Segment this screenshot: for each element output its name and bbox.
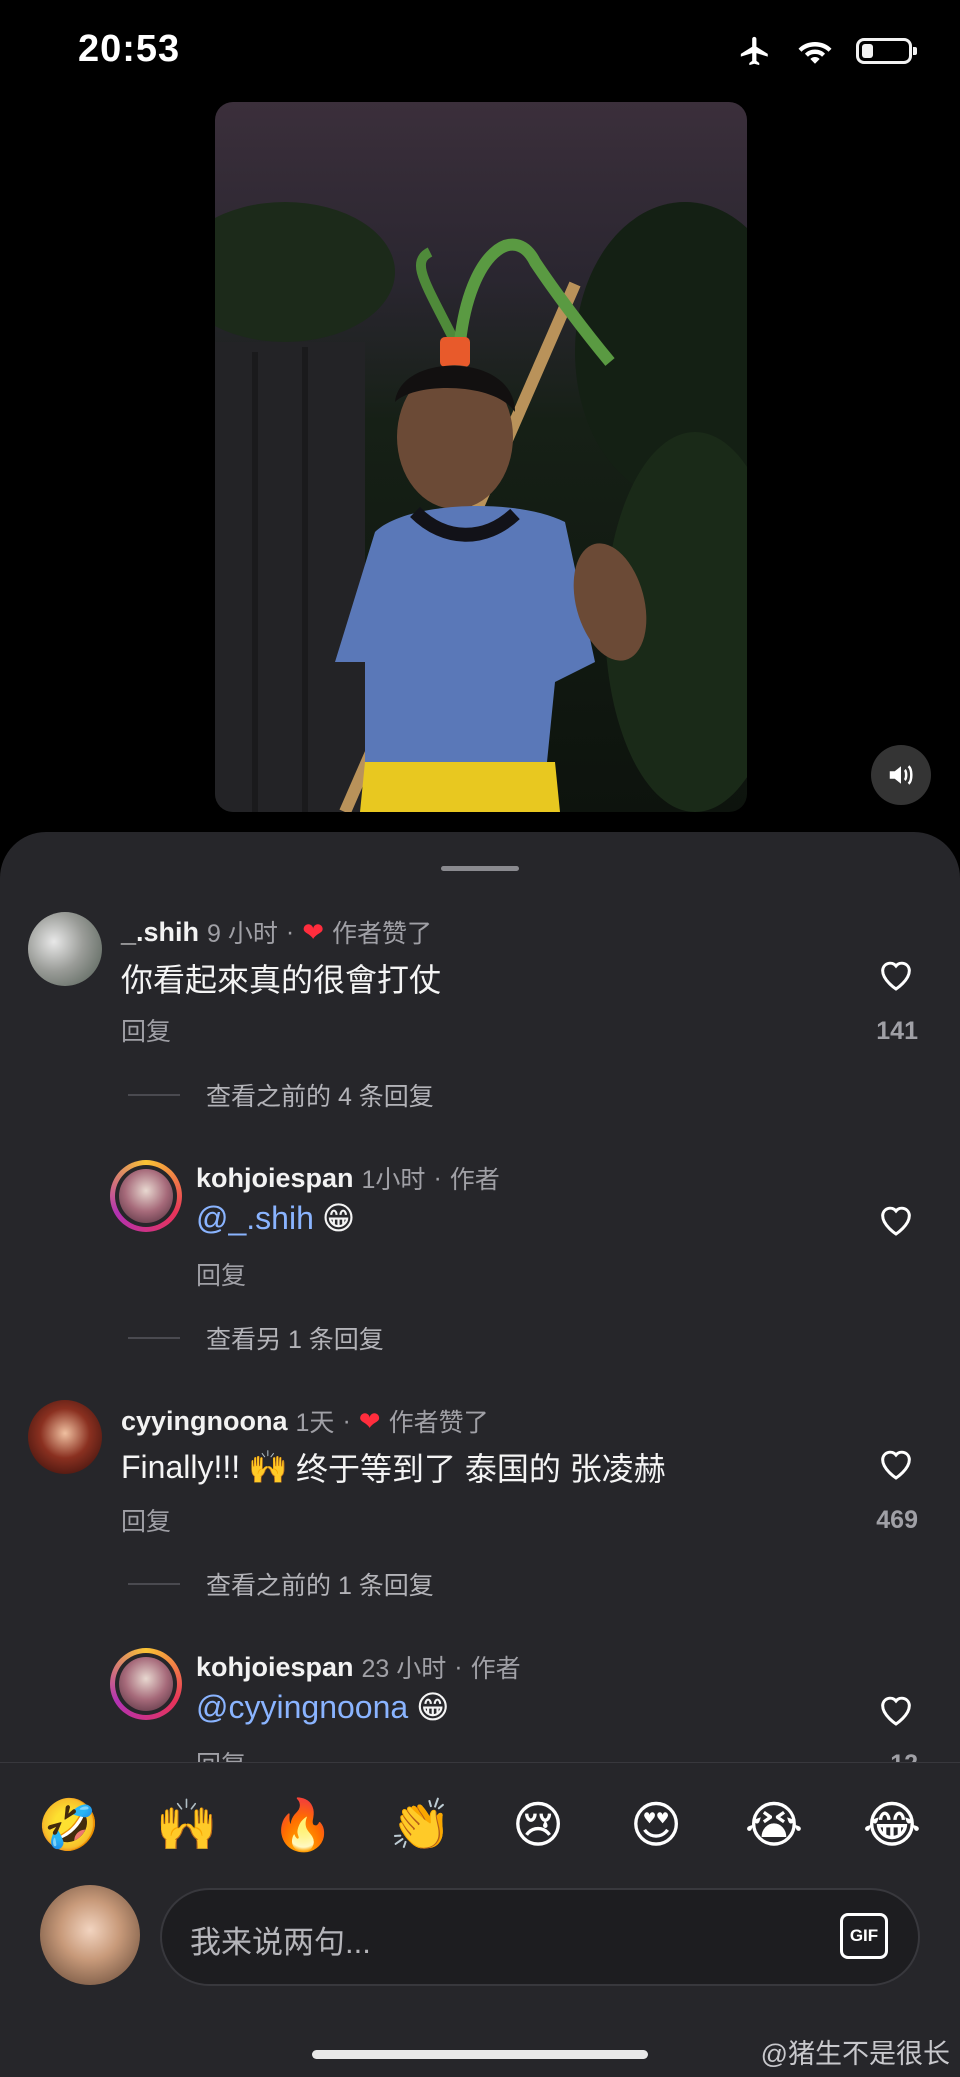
wifi-icon <box>798 42 832 64</box>
gif-button[interactable]: GIF <box>840 1913 888 1959</box>
emoji-rofl[interactable]: 🤣 <box>34 1795 104 1855</box>
video-player[interactable] <box>215 102 747 812</box>
reply-username[interactable]: kohjoiespan <box>196 1652 354 1683</box>
reply-time: 1小时 <box>361 1166 426 1194</box>
avatar-ring[interactable] <box>110 1160 182 1232</box>
comment-header: cyyingnoona 1天 · ❤ 作者赞了 <box>121 1403 489 1439</box>
emoji-clap[interactable]: 👏 <box>386 1795 456 1855</box>
separator: · <box>454 1652 463 1681</box>
reply-time: 23 小时 <box>361 1655 447 1683</box>
heart-filled-icon: ❤ <box>358 1405 381 1436</box>
reply-header: kohjoiespan 23 小时 · 作者 <box>196 1649 521 1685</box>
mute-button[interactable] <box>871 745 931 805</box>
emoji-bar <box>0 1762 960 1891</box>
separator: · <box>342 1406 351 1435</box>
like-heart-icon[interactable] <box>876 955 916 993</box>
comment-time: 1天 <box>295 1409 335 1437</box>
my-avatar[interactable] <box>40 1885 140 1985</box>
reply-button[interactable]: 回复 <box>121 1012 171 1048</box>
speaker-icon <box>889 765 913 785</box>
airplane-icon <box>740 36 768 66</box>
comment-username[interactable]: cyyingnoona <box>121 1406 288 1437</box>
reply-emoji: 😁 <box>321 1200 356 1236</box>
author-badge: 作者 <box>470 1655 521 1683</box>
divider <box>128 1337 180 1339</box>
view-previous-replies[interactable]: 查看之前的 4 条回复 <box>128 1077 434 1113</box>
emoji-heart-eyes[interactable]: 😍 <box>621 1795 691 1855</box>
status-time: 20:53 <box>78 28 181 70</box>
view-more-label: 查看之前的 1 条回复 <box>206 1572 434 1600</box>
sheet-grabber[interactable] <box>441 866 519 871</box>
status-icons <box>736 34 917 68</box>
comment-text-body: 你看起來真的很會打仗 <box>121 962 442 998</box>
separator: · <box>285 917 295 946</box>
reply-button[interactable]: 回复 <box>121 1502 171 1538</box>
comment-text: Finally!!! 🙌 终于等到了 泰国的 张凌赫 <box>121 1444 666 1490</box>
comment-text-emoji: 🙌 <box>248 1449 288 1485</box>
avatar-ring[interactable] <box>110 1648 182 1720</box>
comment-text-prefix: Finally!!! <box>121 1448 241 1485</box>
comment-text-body: 终于等到了 泰国的 张凌赫 <box>295 1451 666 1487</box>
like-count: 469 <box>876 1506 918 1534</box>
view-more-replies[interactable]: 查看另 1 条回复 <box>128 1320 384 1356</box>
author-badge: 作者 <box>449 1166 500 1194</box>
comment-input-placeholder[interactable]: 我来说两句... <box>190 1917 371 1962</box>
gif-label: GIF <box>849 1926 879 1945</box>
view-previous-replies[interactable]: 查看之前的 1 条回复 <box>128 1566 434 1602</box>
view-more-label: 查看另 1 条回复 <box>206 1326 384 1354</box>
reply-text: @cyyingnoona 😁 <box>196 1688 450 1726</box>
like-count: 141 <box>876 1017 918 1045</box>
divider <box>128 1094 180 1096</box>
like-heart-icon[interactable] <box>876 1200 916 1238</box>
emoji-joy[interactable]: 😂 <box>857 1795 927 1855</box>
mention-link[interactable]: @cyyingnoona <box>196 1689 408 1726</box>
heart-filled-icon: ❤ <box>302 916 325 947</box>
divider <box>128 1583 180 1585</box>
watermark: @猪生不是很长 <box>760 2039 950 2069</box>
emoji-fire[interactable]: 🔥 <box>268 1795 338 1855</box>
reply-text: @_.shih 😁 <box>196 1199 355 1237</box>
mention-link[interactable]: @_.shih <box>196 1200 314 1237</box>
view-more-label: 查看之前的 4 条回复 <box>206 1083 434 1111</box>
reply-emoji: 😁 <box>416 1689 450 1725</box>
like-heart-icon[interactable] <box>876 1444 916 1482</box>
emoji-sob[interactable]: 😭 <box>739 1795 809 1855</box>
reply-button[interactable]: 回复 <box>196 1256 246 1292</box>
author-liked-badge: 作者赞了 <box>388 1409 489 1437</box>
home-indicator[interactable] <box>312 2050 648 2059</box>
like-heart-icon[interactable] <box>876 1690 916 1728</box>
reply-header: kohjoiespan 1小时 · 作者 <box>196 1160 500 1196</box>
author-liked-badge: 作者赞了 <box>332 920 433 948</box>
reply-username[interactable]: kohjoiespan <box>196 1163 354 1194</box>
emoji-raised-hands[interactable]: 🙌 <box>152 1795 222 1855</box>
comment-username[interactable]: _.shih <box>121 917 199 948</box>
battery-icon <box>856 38 917 64</box>
comment-text: 你看起來真的很會打仗 <box>121 955 441 1001</box>
comment-header: _.shih 9 小时 · ❤ 作者赞了 <box>121 914 432 950</box>
avatar[interactable] <box>28 1400 102 1474</box>
emoji-cry[interactable]: 😢 <box>503 1795 573 1855</box>
comment-time: 9 小时 <box>207 920 278 948</box>
video-frame <box>215 202 747 812</box>
separator: · <box>433 1163 442 1192</box>
avatar[interactable] <box>28 912 102 986</box>
